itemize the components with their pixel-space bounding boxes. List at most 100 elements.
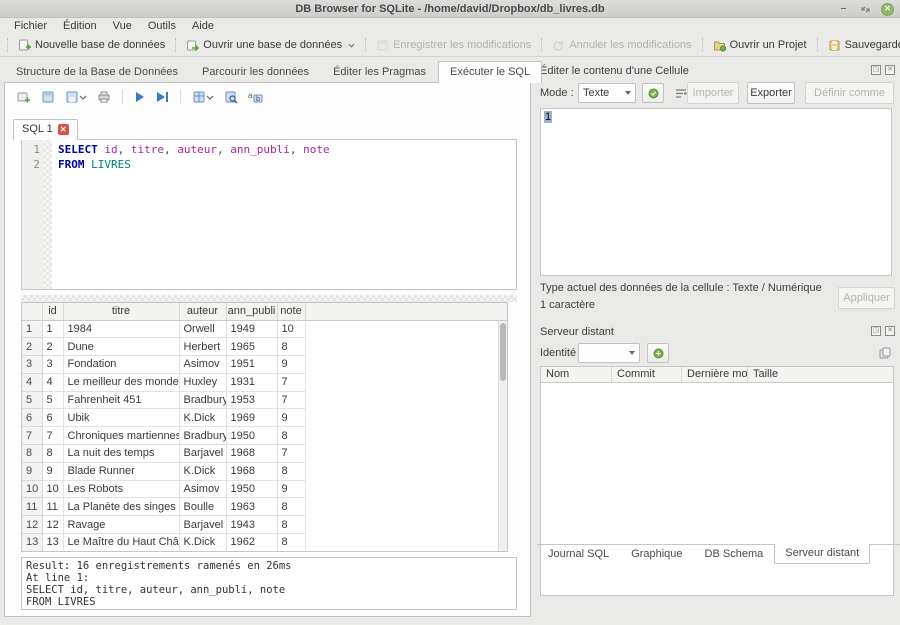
column-header-note[interactable]: note: [277, 303, 305, 320]
reload-remote-button[interactable]: [647, 343, 669, 363]
table-cell[interactable]: Boulle: [179, 498, 226, 516]
table-row[interactable]: 99Blade RunnerK.Dick19688: [22, 462, 508, 480]
table-cell[interactable]: 1949: [226, 320, 277, 338]
menu-fichier[interactable]: Fichier: [6, 18, 55, 34]
table-cell[interactable]: 8: [277, 462, 305, 480]
table-cell[interactable]: 11: [42, 498, 63, 516]
table-cell[interactable]: Barjavel: [179, 516, 226, 534]
table-cell[interactable]: Orwell: [179, 320, 226, 338]
table-row[interactable]: 66UbikK.Dick19699: [22, 409, 508, 427]
table-row[interactable]: 33FondationAsimov19519: [22, 356, 508, 374]
table-cell[interactable]: 10: [42, 480, 63, 498]
table-cell[interactable]: 7: [42, 427, 63, 445]
table-cell[interactable]: 10: [277, 320, 305, 338]
row-number-cell[interactable]: 2: [22, 338, 42, 356]
row-number-cell[interactable]: 11: [22, 498, 42, 516]
table-cell[interactable]: 7: [277, 373, 305, 391]
remote-col-nom[interactable]: Nom: [541, 367, 612, 382]
table-row[interactable]: 1111La Planète des singesBoulle19638: [22, 498, 508, 516]
print-icon[interactable]: [97, 90, 111, 104]
mode-select[interactable]: Texte: [578, 83, 636, 103]
table-cell[interactable]: 8: [277, 498, 305, 516]
table-cell[interactable]: 1969: [226, 409, 277, 427]
execute-current-line-icon[interactable]: [156, 91, 169, 103]
table-cell[interactable]: La Planète des singes: [63, 498, 179, 516]
table-cell[interactable]: 3: [42, 356, 63, 374]
table-cell[interactable]: Herbert: [179, 338, 226, 356]
new-database-button[interactable]: Nouvelle base de données: [11, 35, 172, 55]
remote-col-taille[interactable]: Taille: [748, 367, 893, 382]
table-cell[interactable]: 1950: [226, 427, 277, 445]
open-sql-file-icon[interactable]: [41, 90, 55, 104]
row-number-cell[interactable]: 9: [22, 462, 42, 480]
auto-complete-icon[interactable]: ab: [248, 90, 263, 104]
table-cell[interactable]: Asimov: [179, 480, 226, 498]
table-cell[interactable]: Asimov: [179, 356, 226, 374]
tab-graphique[interactable]: Graphique: [620, 545, 693, 565]
table-row[interactable]: 88La nuit des tempsBarjavel19687: [22, 445, 508, 463]
identity-select[interactable]: [578, 343, 640, 363]
row-number-header[interactable]: [22, 303, 42, 320]
table-cell[interactable]: 2: [42, 338, 63, 356]
close-panel-icon[interactable]: ✕: [885, 326, 895, 336]
table-row[interactable]: 55Fahrenheit 451Bradbury19537: [22, 391, 508, 409]
row-number-cell[interactable]: 13: [22, 534, 42, 552]
table-cell[interactable]: 9: [42, 462, 63, 480]
table-cell[interactable]: 1953: [226, 391, 277, 409]
sql-editor[interactable]: 12 SELECT id, titre, auteur, ann_publi, …: [21, 139, 517, 290]
table-row[interactable]: 1212RavageBarjavel19438: [22, 516, 508, 534]
table-cell[interactable]: Ravage: [63, 516, 179, 534]
row-number-cell[interactable]: 5: [22, 391, 42, 409]
table-cell[interactable]: 1963: [226, 498, 277, 516]
table-cell[interactable]: 8: [42, 445, 63, 463]
tab-execute-sql[interactable]: Exécuter le SQL: [438, 61, 542, 83]
open-project-button[interactable]: Ouvrir un Projet: [706, 35, 814, 55]
column-header-titre[interactable]: titre: [63, 303, 179, 320]
table-cell[interactable]: 1968: [226, 462, 277, 480]
row-number-cell[interactable]: 3: [22, 356, 42, 374]
table-cell[interactable]: 1965: [226, 338, 277, 356]
table-cell[interactable]: 1931: [226, 373, 277, 391]
editor-results-splitter[interactable]: [21, 295, 517, 302]
new-sql-tab-icon[interactable]: [17, 90, 31, 104]
sql-document-tab[interactable]: SQL 1 ✕: [13, 119, 78, 140]
row-number-cell[interactable]: 6: [22, 409, 42, 427]
column-header-ann-publi[interactable]: ann_publi: [226, 303, 277, 320]
row-number-cell[interactable]: 1: [22, 320, 42, 338]
menu-edition[interactable]: Édition: [55, 18, 105, 34]
row-number-cell[interactable]: 8: [22, 445, 42, 463]
table-cell[interactable]: 8: [277, 338, 305, 356]
table-cell[interactable]: 1951: [226, 356, 277, 374]
float-panel-icon[interactable]: ◳: [871, 65, 881, 75]
tab-journal-sql[interactable]: Journal SQL: [537, 545, 620, 565]
tab-db-schema[interactable]: DB Schema: [694, 545, 775, 565]
float-panel-icon[interactable]: ◳: [871, 326, 881, 336]
save-sql-file-icon[interactable]: [65, 90, 87, 104]
editor-code[interactable]: SELECT id, titre, auteur, ann_publi, not…: [52, 140, 516, 289]
execution-log[interactable]: Result: 16 enregistrements ramenés en 26…: [21, 557, 517, 610]
table-row[interactable]: 111984Orwell194910: [22, 320, 508, 338]
table-cell[interactable]: 4: [42, 373, 63, 391]
table-cell[interactable]: 8: [277, 534, 305, 552]
close-button[interactable]: ✕: [881, 3, 894, 16]
table-cell[interactable]: Dune: [63, 338, 179, 356]
restore-button[interactable]: [859, 3, 872, 16]
row-number-cell[interactable]: 7: [22, 427, 42, 445]
table-cell[interactable]: 1: [42, 320, 63, 338]
table-cell[interactable]: 12: [42, 516, 63, 534]
table-cell[interactable]: Chroniques martiennes: [63, 427, 179, 445]
table-cell[interactable]: 1984: [63, 320, 179, 338]
clone-database-button[interactable]: [875, 343, 895, 363]
scrollbar-thumb[interactable]: [500, 323, 506, 381]
table-cell[interactable]: K.Dick: [179, 409, 226, 427]
save-results-icon[interactable]: [192, 90, 214, 104]
table-cell[interactable]: 6: [42, 409, 63, 427]
remote-col-commit[interactable]: Commit: [612, 367, 682, 382]
column-header-auteur[interactable]: auteur: [179, 303, 226, 320]
table-cell[interactable]: 9: [277, 356, 305, 374]
table-cell[interactable]: Le Maître du Haut Château: [63, 534, 179, 552]
table-cell[interactable]: K.Dick: [179, 462, 226, 480]
table-cell[interactable]: 1950: [226, 480, 277, 498]
table-cell[interactable]: Bradbury: [179, 427, 226, 445]
table-row[interactable]: 22DuneHerbert19658: [22, 338, 508, 356]
